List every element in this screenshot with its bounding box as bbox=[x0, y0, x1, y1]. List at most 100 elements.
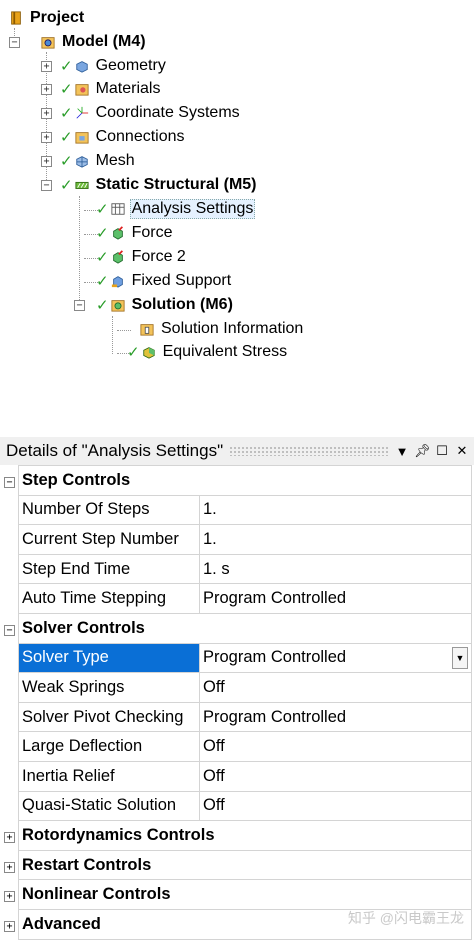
property-value[interactable]: Off bbox=[199, 731, 472, 762]
tree-item-mesh[interactable]: ✓ Mesh bbox=[60, 150, 137, 172]
property-row[interactable]: Weak Springs Off bbox=[2, 672, 472, 703]
check-icon: ✓ bbox=[127, 344, 140, 361]
maximize-icon[interactable]: ☐ bbox=[434, 443, 450, 459]
property-name: Weak Springs bbox=[18, 672, 200, 703]
close-icon[interactable]: ✕ bbox=[454, 443, 470, 459]
tree-item-solution-information[interactable]: Solution Information bbox=[131, 318, 305, 340]
details-title: Details of "Analysis Settings" bbox=[6, 441, 224, 460]
property-name: Step End Time bbox=[18, 553, 200, 585]
group-restart-controls[interactable]: + Restart Controls bbox=[2, 849, 472, 881]
equivalent-stress-icon bbox=[142, 347, 155, 359]
chevron-down-icon[interactable]: ▼ bbox=[452, 646, 468, 669]
tree-label: Fixed Support bbox=[131, 272, 232, 289]
check-icon: ✓ bbox=[60, 177, 73, 194]
property-value-dropdown[interactable]: Program Controlled ▼ bbox=[199, 642, 472, 674]
check-icon: ✓ bbox=[60, 153, 73, 170]
tree-label: Coordinate Systems bbox=[95, 104, 240, 121]
tree-item-coordinate-systems[interactable]: ✓ Coordinate Systems bbox=[60, 102, 242, 124]
property-row[interactable]: Large Deflection Off bbox=[2, 731, 472, 762]
tree-label: Analysis Settings bbox=[129, 199, 256, 219]
expand-toggle[interactable]: + bbox=[4, 920, 15, 932]
tree-item-connections[interactable]: ✓ Connections bbox=[60, 126, 187, 148]
group-nonlinear-controls[interactable]: + Nonlinear Controls bbox=[2, 879, 472, 910]
project-tree: Project − Model (M4) + ✓ Geometry + ✓ Ma… bbox=[0, 0, 474, 380]
fixed-support-icon bbox=[111, 276, 123, 288]
tree-item-model[interactable]: Model (M4) bbox=[40, 31, 148, 53]
collapse-toggle[interactable]: − bbox=[9, 37, 20, 48]
property-value[interactable]: Off bbox=[199, 790, 472, 822]
details-header: Details of "Analysis Settings" ▼ 📌︎ ☐ ✕ bbox=[0, 437, 474, 465]
group-label: Step Controls bbox=[18, 465, 472, 496]
tree-label: Equivalent Stress bbox=[162, 343, 288, 360]
check-icon: ✓ bbox=[96, 201, 109, 218]
tree-label: Connections bbox=[95, 128, 185, 145]
static-structural-icon bbox=[75, 181, 89, 189]
collapse-toggle[interactable]: − bbox=[4, 476, 15, 488]
tree-label: Force 2 bbox=[131, 248, 186, 265]
geometry-icon bbox=[75, 61, 88, 73]
analysis-settings-icon bbox=[111, 203, 125, 215]
group-solver-controls[interactable]: − Solver Controls bbox=[2, 612, 472, 644]
force-icon bbox=[112, 250, 123, 264]
tree-item-geometry[interactable]: ✓ Geometry bbox=[60, 55, 168, 77]
property-value[interactable]: 1. bbox=[199, 524, 472, 555]
tree-connector bbox=[79, 196, 80, 306]
property-value[interactable]: Off bbox=[199, 760, 472, 792]
property-row-selected[interactable]: Solver Type Program Controlled ▼ bbox=[2, 642, 472, 674]
tree-item-static-structural[interactable]: ✓ Static Structural (M5) bbox=[60, 174, 259, 196]
property-row[interactable]: Number Of Steps 1. bbox=[2, 494, 472, 526]
mesh-icon bbox=[75, 156, 88, 168]
property-row[interactable]: Solver Pivot Checking Program Controlled bbox=[2, 701, 472, 733]
collapse-toggle[interactable]: − bbox=[41, 180, 52, 191]
tree-root-project[interactable]: Project bbox=[8, 7, 86, 29]
property-row[interactable]: Auto Time Stepping Program Controlled bbox=[2, 583, 472, 614]
details-panel: Details of "Analysis Settings" ▼ 📌︎ ☐ ✕ … bbox=[0, 437, 474, 940]
tree-item-force-2[interactable]: ✓ Force 2 bbox=[96, 246, 188, 268]
tree-item-analysis-settings[interactable]: ✓ Analysis Settings bbox=[96, 198, 256, 220]
header-grip[interactable] bbox=[229, 446, 388, 456]
tree-item-solution[interactable]: ✓ Solution (M6) bbox=[96, 294, 235, 316]
solution-icon bbox=[111, 300, 125, 312]
property-row[interactable]: Inertia Relief Off bbox=[2, 760, 472, 792]
property-value[interactable]: 1. s bbox=[199, 553, 472, 585]
dropdown-arrow-icon[interactable]: ▼ bbox=[394, 444, 410, 459]
tree-connector bbox=[112, 316, 113, 354]
expand-toggle[interactable]: + bbox=[41, 132, 52, 143]
expand-toggle[interactable]: + bbox=[41, 61, 52, 72]
property-value[interactable]: 1. bbox=[199, 494, 472, 526]
property-name: Auto Time Stepping bbox=[18, 583, 200, 614]
group-label: Rotordynamics Controls bbox=[18, 820, 472, 851]
property-value[interactable]: Program Controlled bbox=[199, 583, 472, 614]
expand-toggle[interactable]: + bbox=[4, 891, 15, 903]
tree-item-materials[interactable]: ✓ Materials bbox=[60, 78, 162, 100]
expand-toggle[interactable]: + bbox=[41, 108, 52, 119]
expand-toggle[interactable]: + bbox=[4, 831, 15, 843]
tree-connector bbox=[117, 330, 131, 331]
tree-item-equivalent-stress[interactable]: ✓ Equivalent Stress bbox=[127, 341, 289, 363]
check-icon: ✓ bbox=[60, 129, 73, 146]
collapse-toggle[interactable]: − bbox=[4, 624, 15, 636]
tree-label: Force bbox=[131, 224, 173, 241]
pin-icon[interactable]: 📌︎ bbox=[414, 443, 431, 459]
tree-label: Static Structural (M5) bbox=[95, 176, 257, 193]
tree-label: Project bbox=[30, 9, 85, 26]
group-rotordynamics-controls[interactable]: + Rotordynamics Controls bbox=[2, 820, 472, 851]
expand-toggle[interactable]: + bbox=[4, 861, 15, 873]
collapse-toggle[interactable]: − bbox=[74, 300, 85, 311]
group-step-controls[interactable]: − Step Controls bbox=[2, 465, 472, 496]
property-value[interactable]: Off bbox=[199, 672, 472, 703]
dropdown-value: Program Controlled bbox=[203, 648, 347, 667]
property-row[interactable]: Current Step Number 1. bbox=[2, 524, 472, 555]
tree-label: Mesh bbox=[95, 152, 135, 169]
property-value[interactable]: Program Controlled bbox=[199, 701, 472, 733]
check-icon: ✓ bbox=[60, 81, 73, 98]
property-row[interactable]: Step End Time 1. s bbox=[2, 553, 472, 585]
expand-toggle[interactable]: + bbox=[41, 84, 52, 95]
expand-toggle[interactable]: + bbox=[41, 156, 52, 167]
property-row[interactable]: Quasi-Static Solution Off bbox=[2, 790, 472, 822]
property-name: Inertia Relief bbox=[18, 760, 200, 792]
tree-item-force[interactable]: ✓ Force bbox=[96, 222, 174, 244]
tree-label: Solution (M6) bbox=[131, 296, 233, 313]
model-icon bbox=[41, 37, 55, 49]
tree-item-fixed-support[interactable]: ✓ Fixed Support bbox=[96, 270, 233, 292]
